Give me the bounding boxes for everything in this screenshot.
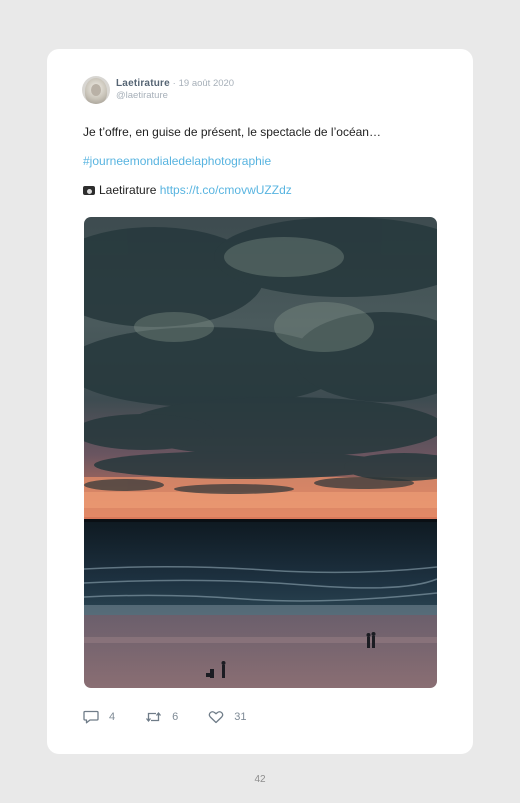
author-info: Laetirature · 19 août 2020 @laetirature	[116, 78, 234, 102]
meta-separator: ·	[172, 78, 176, 89]
tweet-card: Laetirature · 19 août 2020 @laetirature …	[47, 49, 473, 754]
reply-count: 4	[109, 711, 116, 723]
reply-button[interactable]: 4	[83, 710, 115, 724]
retweet-count: 6	[172, 711, 179, 723]
retweet-icon	[146, 711, 162, 723]
tweet-photo[interactable]	[84, 217, 437, 688]
display-name[interactable]: Laetirature	[116, 78, 170, 89]
like-count: 31	[234, 711, 247, 723]
tweet-date[interactable]: 19 août 2020	[179, 78, 234, 89]
heart-icon	[208, 711, 224, 724]
tweet-text: Je t’offre, en guise de présent, le spec…	[83, 125, 381, 139]
page-number: 42	[254, 774, 266, 785]
tweet-actions: 4 6 31	[83, 710, 277, 724]
hashtag-link[interactable]: #journeemondialedelaphotographie	[83, 154, 271, 168]
credit-name: Laetirature	[99, 183, 157, 197]
camera-icon	[83, 186, 95, 195]
tco-link[interactable]: https://t.co/cmovwUZZdz	[160, 183, 292, 197]
avatar[interactable]	[82, 76, 110, 104]
reply-bubble-icon	[83, 710, 99, 724]
user-handle[interactable]: @laetirature	[116, 90, 234, 102]
tweet-header: Laetirature · 19 août 2020 @laetirature	[82, 76, 234, 104]
retweet-button[interactable]: 6	[145, 710, 178, 724]
photo-credit: Laetirature https://t.co/cmovwUZZdz	[83, 183, 292, 197]
like-button[interactable]: 31	[208, 710, 247, 724]
